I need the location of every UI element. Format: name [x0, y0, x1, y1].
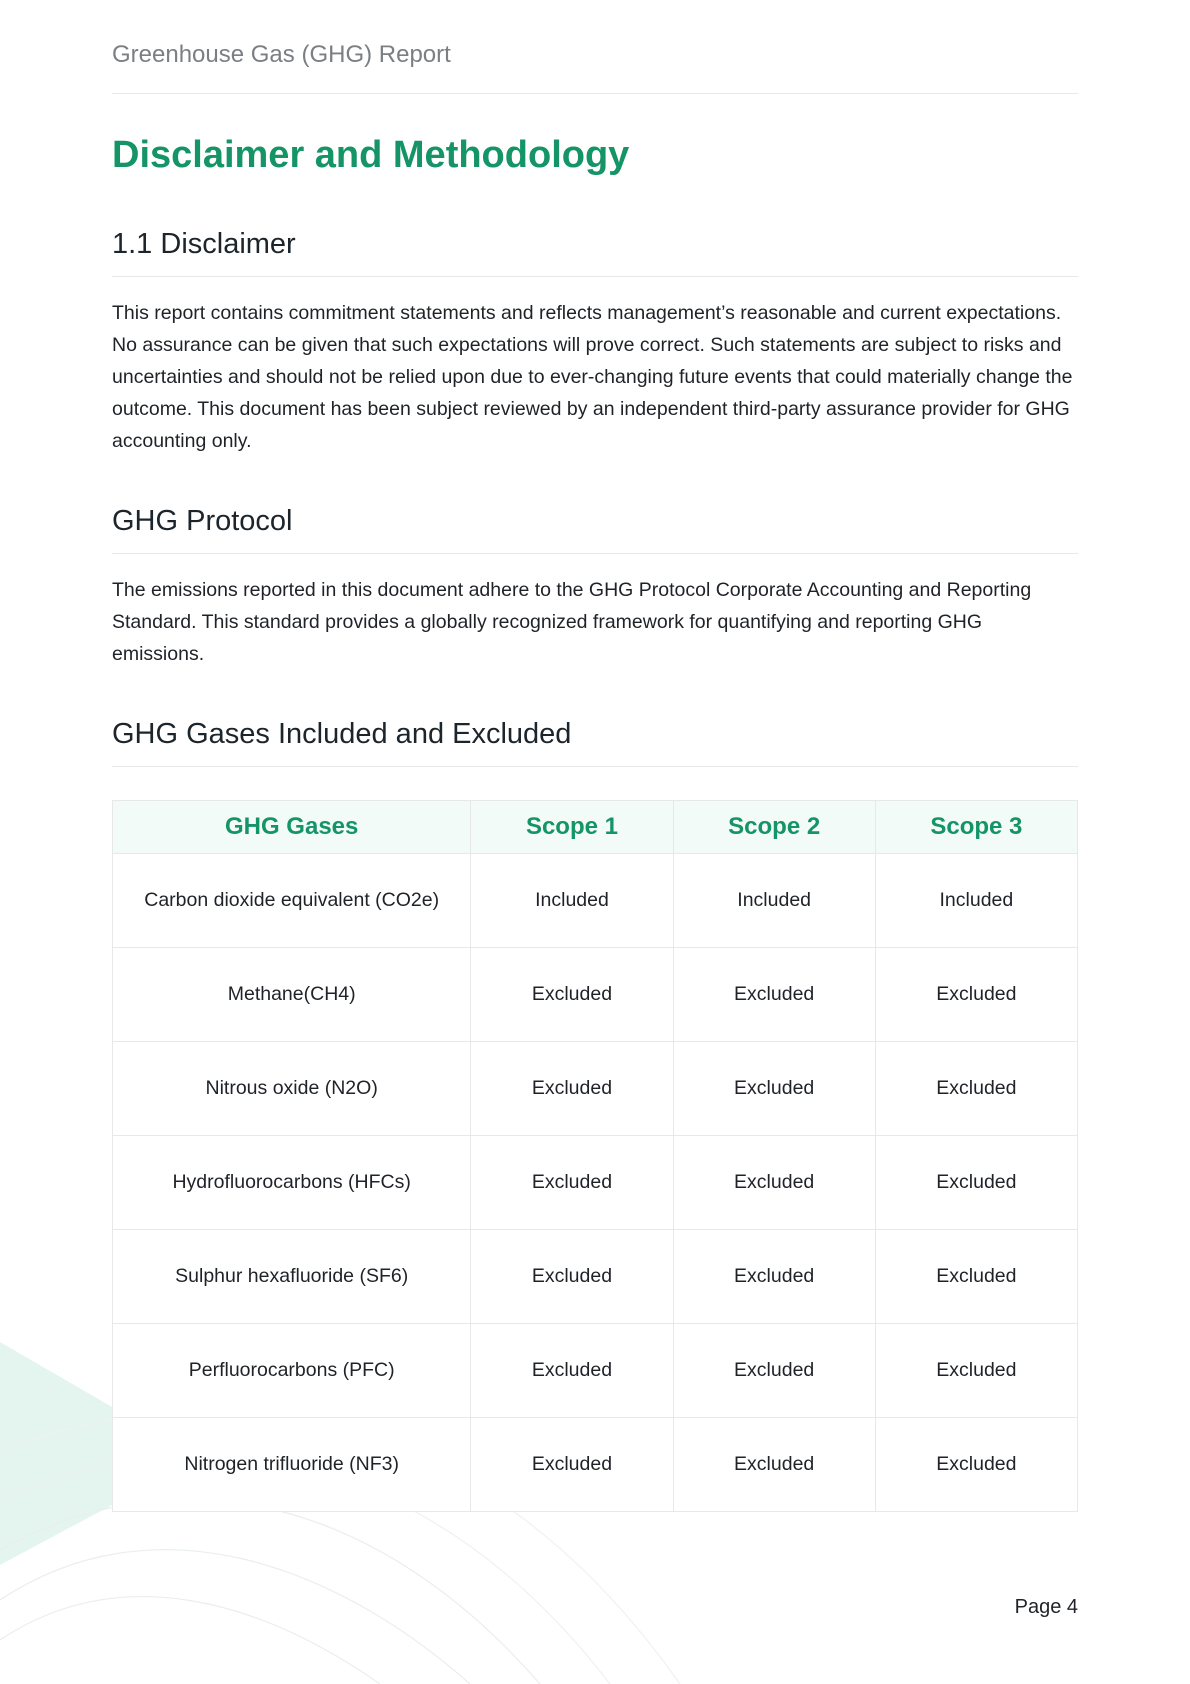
content-column: Greenhouse Gas (GHG) Report Disclaimer a… — [111, 0, 1079, 1512]
gas-name-cell: Sulphur hexafluoride (SF6) — [111, 1229, 472, 1324]
decorative-curve — [0, 1498, 541, 1684]
column-header-scope-1: Scope 1 — [470, 800, 674, 854]
decorative-curve — [0, 1596, 381, 1684]
page-number: Page 4 — [1014, 1596, 1078, 1618]
section-title-ghg-protocol: GHG Protocol — [112, 503, 1078, 554]
table-row: Hydrofluorocarbons (HFCs) Excluded Exclu… — [111, 1135, 1079, 1230]
table-row: Carbon dioxide equivalent (CO2e) Include… — [111, 853, 1079, 948]
column-header-scope-2: Scope 2 — [672, 800, 876, 854]
gas-name-cell: Nitrous oxide (N2O) — [111, 1041, 472, 1136]
section-title-ghg-gases: GHG Gases Included and Excluded — [112, 716, 1078, 767]
scope-2-cell: Included — [672, 853, 876, 948]
table-row: Perfluorocarbons (PFC) Excluded Excluded… — [111, 1323, 1079, 1418]
scope-2-cell: Excluded — [672, 1041, 876, 1136]
scope-3-cell: Included — [874, 853, 1079, 948]
document-page: Greenhouse Gas (GHG) Report Disclaimer a… — [0, 0, 1190, 1684]
scope-2-cell: Excluded — [672, 1135, 876, 1230]
scope-1-cell: Included — [470, 853, 674, 948]
gas-name-cell: Methane(CH4) — [111, 947, 472, 1042]
section-title-disclaimer: 1.1 Disclaimer — [112, 226, 1078, 277]
scope-1-cell: Excluded — [470, 1041, 674, 1136]
scope-1-cell: Excluded — [470, 1417, 674, 1512]
column-header-scope-3: Scope 3 — [874, 800, 1079, 854]
section-body-disclaimer: This report contains commitment statemen… — [112, 302, 1073, 452]
scope-1-cell: Excluded — [470, 1323, 674, 1418]
report-header: Greenhouse Gas (GHG) Report — [112, 40, 1078, 94]
decorative-curve — [0, 1549, 471, 1684]
page-title: Disclaimer and Methodology — [112, 134, 630, 176]
table-row: Methane(CH4) Excluded Excluded Excluded — [111, 947, 1079, 1042]
gas-name-cell: Hydrofluorocarbons (HFCs) — [111, 1135, 472, 1230]
gas-name-cell: Nitrogen trifluoride (NF3) — [111, 1417, 472, 1512]
ghg-gases-table: GHG Gases Scope 1 Scope 2 Scope 3 Carbon… — [111, 800, 1079, 1512]
section-body-ghg-protocol: The emissions reported in this document … — [112, 579, 1032, 665]
table-row: Nitrogen trifluoride (NF3) Excluded Excl… — [111, 1417, 1079, 1512]
scope-2-cell: Excluded — [672, 1417, 876, 1512]
table-header-row: GHG Gases Scope 1 Scope 2 Scope 3 — [111, 800, 1079, 854]
scope-3-cell: Excluded — [874, 1135, 1079, 1230]
gas-name-cell: Perfluorocarbons (PFC) — [111, 1323, 472, 1418]
scope-3-cell: Excluded — [874, 1323, 1079, 1418]
scope-2-cell: Excluded — [672, 947, 876, 1042]
scope-3-cell: Excluded — [874, 1041, 1079, 1136]
table-row: Nitrous oxide (N2O) Excluded Excluded Ex… — [111, 1041, 1079, 1136]
column-header-ghg-gases: GHG Gases — [111, 800, 472, 854]
scope-2-cell: Excluded — [672, 1229, 876, 1324]
table-row: Sulphur hexafluoride (SF6) Excluded Excl… — [111, 1229, 1079, 1324]
scope-1-cell: Excluded — [470, 947, 674, 1042]
scope-1-cell: Excluded — [470, 1135, 674, 1230]
scope-3-cell: Excluded — [874, 1229, 1079, 1324]
report-header-title: Greenhouse Gas (GHG) Report — [112, 41, 451, 68]
scope-2-cell: Excluded — [672, 1323, 876, 1418]
gas-name-cell: Carbon dioxide equivalent (CO2e) — [111, 853, 472, 948]
scope-3-cell: Excluded — [874, 947, 1079, 1042]
scope-1-cell: Excluded — [470, 1229, 674, 1324]
scope-3-cell: Excluded — [874, 1417, 1079, 1512]
